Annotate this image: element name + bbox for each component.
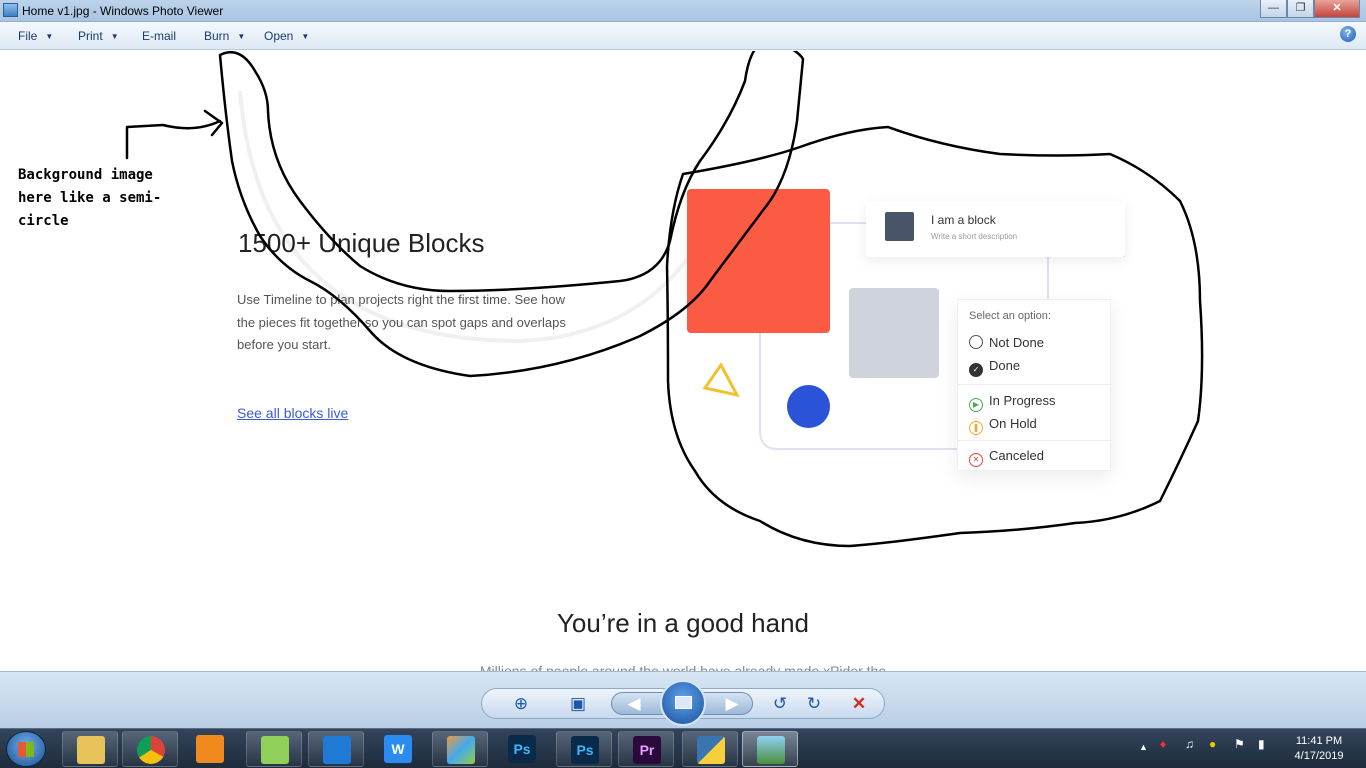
clock-date: 4/17/2019 (1294, 750, 1344, 762)
menu-file-label: File (18, 29, 38, 43)
photo-viewer-icon (3, 3, 18, 17)
taskbar-app-media[interactable] (182, 731, 238, 767)
taskbar-app-python[interactable] (682, 731, 738, 767)
menu-print-label: Print (78, 29, 103, 43)
python-icon (697, 736, 725, 764)
rotate-left-icon: ↺ (772, 694, 788, 713)
volume-icon[interactable]: ♫ (1185, 737, 1194, 751)
show-hidden-icons[interactable]: ▲ (1139, 742, 1148, 752)
minimize-icon: — (1268, 2, 1279, 14)
slideshow-button[interactable] (660, 680, 706, 726)
window-title: Home v1.jpg - Windows Photo Viewer (22, 4, 224, 18)
taskbar: W Ps Ps Pr ▲ ♦ ♫ ● ⚑ ▮ 11:41 PM 4/17/201… (0, 728, 1366, 768)
previous-button[interactable]: ◀ (622, 694, 646, 714)
taskbar-app-vscode[interactable] (308, 731, 364, 767)
zoom-icon: ⊕ (513, 694, 529, 713)
menu-burn[interactable]: Burn ▼ (204, 29, 245, 43)
premiere-icon: Pr (633, 736, 661, 764)
menu-email[interactable]: E-mail (142, 29, 176, 43)
chrome-icon (137, 736, 165, 764)
maximize-button[interactable]: ❐ (1287, 0, 1314, 18)
chevron-down-icon: ▼ (45, 32, 54, 41)
clock-time: 11:41 PM (1295, 735, 1343, 747)
menu-open[interactable]: Open ▼ (264, 29, 309, 43)
rotate-right-icon: ↻ (806, 694, 822, 713)
fit-window-button[interactable]: ▣ (566, 694, 590, 714)
slideshow-icon (675, 696, 692, 709)
taskbar-app-photo-viewer[interactable] (742, 731, 798, 767)
photoshop-icon: Ps (508, 735, 536, 763)
title-bar: Home v1.jpg - Windows Photo Viewer — ❐ ✕ (0, 0, 1366, 22)
menu-email-label: E-mail (142, 29, 177, 43)
taskbar-app-photoshop[interactable]: Ps (494, 731, 550, 767)
help-icon[interactable]: ? (1340, 26, 1356, 42)
close-button[interactable]: ✕ (1314, 0, 1360, 18)
security-icon[interactable]: ♦ (1160, 737, 1166, 751)
rotate-right-button[interactable]: ↻ (802, 694, 826, 714)
taskbar-app-paint[interactable] (432, 731, 488, 767)
semicircle-outline (218, 51, 805, 378)
image-canvas: Background image here like a semi-circle… (0, 51, 1366, 671)
taskbar-app-notepad[interactable] (246, 731, 302, 767)
previous-icon: ◀ (627, 694, 641, 713)
menu-open-label: Open (264, 29, 294, 43)
illustration-outline (665, 125, 1204, 548)
ink-annotations (125, 51, 1204, 548)
maximize-icon: ❐ (1295, 2, 1306, 14)
photo-viewer-icon (757, 736, 785, 764)
arrow-icon (125, 109, 224, 160)
viewer-control-bar: ⊕ ▣ ◀ ▶ ↺ ↻ ✕ (0, 671, 1366, 728)
menu-burn-label: Burn (204, 29, 230, 43)
taskbar-app-premiere[interactable]: Pr (618, 731, 674, 767)
taskbar-app-chrome[interactable] (122, 731, 178, 767)
wps-writer-icon: W (384, 735, 412, 763)
chevron-down-icon: ▼ (301, 32, 310, 41)
clock[interactable]: 11:41 PM 4/17/2019 (1284, 734, 1354, 764)
taskbar-app-explorer[interactable] (62, 731, 118, 767)
paint-icon (447, 736, 475, 764)
minimize-button[interactable]: — (1260, 0, 1287, 18)
section-title: You’re in a good hand (556, 608, 810, 638)
delete-button[interactable]: ✕ (847, 694, 871, 714)
menu-file[interactable]: File ▼ (18, 29, 53, 43)
notepad-icon (261, 736, 289, 764)
menu-bar: File ▼ Print ▼ E-mail Burn ▼ Open ▼ (0, 22, 1366, 50)
delete-icon: ✕ (851, 694, 867, 713)
close-icon: ✕ (1332, 2, 1342, 14)
zoom-button[interactable]: ⊕ (509, 694, 533, 714)
taskbar-app-photoshop-2[interactable]: Ps (556, 731, 612, 767)
photoshop-icon: Ps (571, 736, 599, 764)
folder-icon (77, 736, 105, 764)
vscode-icon (323, 736, 351, 764)
next-button[interactable]: ▶ (720, 694, 744, 714)
chevron-down-icon: ▼ (110, 32, 119, 41)
next-icon: ▶ (725, 694, 739, 713)
section-subtitle: Millions of people around the world have… (479, 663, 887, 671)
start-button[interactable] (6, 731, 46, 767)
taskbar-app-wps[interactable]: W (370, 731, 426, 767)
chevron-down-icon: ▼ (237, 32, 246, 41)
action-center-flag-icon[interactable]: ⚑ (1234, 737, 1245, 751)
signal-icon[interactable]: ▮ (1258, 737, 1265, 751)
network-alert-icon[interactable]: ● (1209, 737, 1216, 751)
fit-window-icon: ▣ (569, 694, 587, 713)
media-player-icon (196, 735, 224, 763)
menu-print[interactable]: Print ▼ (78, 29, 119, 43)
rotate-left-button[interactable]: ↺ (768, 694, 792, 714)
